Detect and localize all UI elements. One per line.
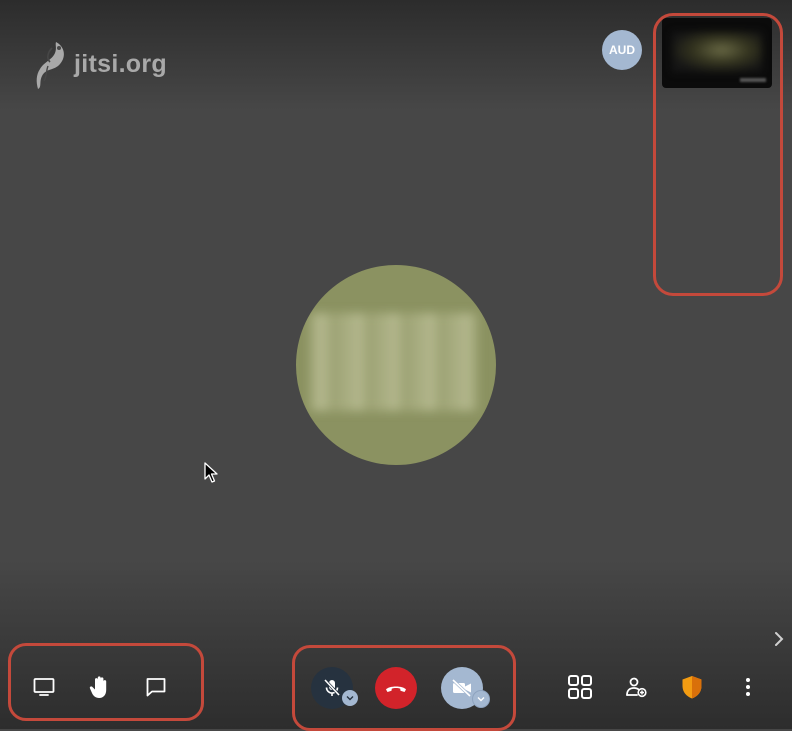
jitsi-logo-icon bbox=[36, 42, 64, 89]
camera-off-icon bbox=[451, 678, 472, 698]
raise-hand-button[interactable] bbox=[80, 667, 120, 707]
tile-view-button[interactable] bbox=[560, 667, 600, 707]
invite-people-button[interactable] bbox=[616, 667, 656, 707]
screen-share-button[interactable] bbox=[24, 667, 64, 707]
watermark-text: jitsi.org bbox=[74, 49, 167, 78]
hangup-button[interactable] bbox=[375, 667, 417, 709]
audio-settings-chevron[interactable] bbox=[342, 690, 358, 706]
chevron-down-icon bbox=[477, 697, 485, 702]
more-options-button[interactable] bbox=[728, 667, 768, 707]
security-options-button[interactable] bbox=[672, 667, 712, 707]
screen-share-icon bbox=[33, 678, 55, 696]
security-shield-icon bbox=[682, 676, 702, 699]
participant-avatar-badge[interactable]: AUD bbox=[602, 30, 642, 70]
mouse-cursor-icon bbox=[204, 462, 218, 483]
tile-view-icon bbox=[568, 675, 592, 699]
hangup-icon bbox=[386, 686, 406, 692]
chevron-down-icon bbox=[346, 696, 354, 701]
jitsi-watermark[interactable]: jitsi.org bbox=[34, 38, 167, 90]
dominant-speaker-avatar bbox=[296, 265, 496, 465]
filmstrip-highlight-outline bbox=[653, 13, 783, 296]
chevron-right-icon[interactable] bbox=[770, 630, 788, 648]
invite-people-icon bbox=[626, 677, 647, 698]
video-settings-chevron[interactable] bbox=[472, 690, 490, 708]
raise-hand-icon bbox=[89, 676, 107, 698]
chat-icon bbox=[146, 678, 166, 697]
more-options-icon bbox=[746, 678, 750, 696]
chat-button[interactable] bbox=[136, 667, 176, 707]
avatar-initials-blurred bbox=[310, 313, 478, 411]
microphone-muted-icon bbox=[323, 678, 341, 697]
conference-stage: jitsi.org AUD bbox=[0, 0, 792, 731]
